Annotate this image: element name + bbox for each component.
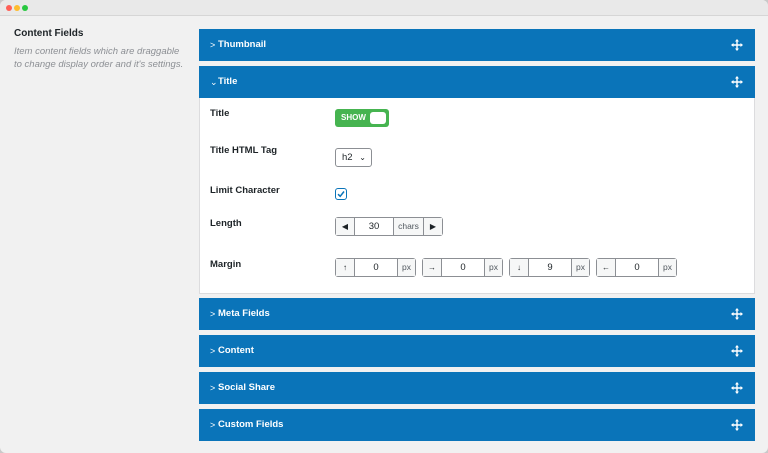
panel-custom-fields[interactable]: > Custom Fields (199, 409, 755, 441)
margin-left-field: ← 0 px (596, 258, 677, 277)
title-panel-body: Title SHOW Title HTML Tag h2 ⌄ Limit Cha… (199, 98, 755, 294)
length-unit: chars (393, 218, 423, 235)
panel-social-share[interactable]: > Social Share (199, 372, 755, 404)
margin-bottom-field: ↓ 9 px (509, 258, 590, 277)
check-icon (337, 191, 345, 198)
length-stepper: ◀ 30 chars ▶ (335, 217, 443, 236)
app-window: Content Fields Item content fields which… (0, 0, 768, 453)
toggle-text: SHOW (341, 113, 366, 122)
arrow-right-icon: → (423, 259, 442, 276)
chevron-right-icon: > (210, 346, 216, 356)
increase-button[interactable]: ▶ (423, 218, 442, 235)
select-value: h2 (342, 152, 353, 163)
section-description: Item content fields which are draggable … (14, 46, 184, 70)
margin-right-input[interactable]: 0 (442, 259, 484, 276)
limit-character-label: Limit Character (210, 185, 280, 196)
content-fields-panels: > Thumbnail ⌄ Title Title SHOW Title HTM… (199, 29, 755, 441)
panel-title[interactable]: ⌄ Title (199, 66, 755, 98)
chevron-right-icon: > (210, 40, 216, 50)
panel-label: Meta Fields (218, 308, 270, 319)
margin-unit: px (397, 259, 415, 276)
length-input[interactable]: 30 (355, 218, 393, 235)
panel-label: Thumbnail (218, 39, 267, 50)
move-icon[interactable] (731, 39, 743, 51)
chevron-down-icon: ⌄ (210, 77, 218, 87)
chevron-down-icon: ⌄ (359, 153, 366, 162)
chevron-right-icon: > (210, 383, 216, 393)
toggle-knob (370, 112, 386, 124)
panel-meta-fields[interactable]: > Meta Fields (199, 298, 755, 330)
move-icon[interactable] (731, 382, 743, 394)
minimize-window-icon[interactable] (14, 5, 20, 11)
length-label: Length (210, 218, 242, 229)
move-icon[interactable] (731, 308, 743, 320)
chevron-right-icon: > (210, 420, 216, 430)
move-icon[interactable] (731, 419, 743, 431)
panel-label: Custom Fields (218, 419, 284, 430)
move-icon[interactable] (731, 345, 743, 357)
title-show-toggle[interactable]: SHOW (335, 109, 389, 127)
margin-top-input[interactable]: 0 (355, 259, 397, 276)
panel-label: Social Share (218, 382, 276, 393)
panel-content[interactable]: > Content (199, 335, 755, 367)
move-icon[interactable] (731, 76, 743, 88)
arrow-down-icon: ↓ (510, 259, 529, 276)
margin-unit: px (484, 259, 502, 276)
panel-label: Content (218, 345, 254, 356)
decrease-button[interactable]: ◀ (336, 218, 355, 235)
margin-bottom-input[interactable]: 9 (529, 259, 571, 276)
section-title: Content Fields (14, 28, 84, 39)
margin-right-field: → 0 px (422, 258, 503, 277)
panel-label: Title (218, 76, 238, 87)
margin-left-input[interactable]: 0 (616, 259, 658, 276)
margin-top-field: ↑ 0 px (335, 258, 416, 277)
chevron-right-icon: > (210, 309, 216, 319)
margin-label: Margin (210, 259, 242, 270)
title-label: Title (210, 108, 230, 119)
title-html-tag-label: Title HTML Tag (210, 145, 278, 156)
close-window-icon[interactable] (6, 5, 12, 11)
limit-character-checkbox[interactable] (335, 188, 347, 200)
window-titlebar (0, 0, 768, 16)
maximize-window-icon[interactable] (22, 5, 28, 11)
arrow-up-icon: ↑ (336, 259, 355, 276)
arrow-left-icon: ← (597, 259, 616, 276)
panel-thumbnail[interactable]: > Thumbnail (199, 29, 755, 61)
settings-description-column: Content Fields Item content fields which… (14, 28, 184, 71)
margin-unit: px (571, 259, 589, 276)
margin-unit: px (658, 259, 676, 276)
title-html-tag-select[interactable]: h2 ⌄ (335, 148, 372, 167)
